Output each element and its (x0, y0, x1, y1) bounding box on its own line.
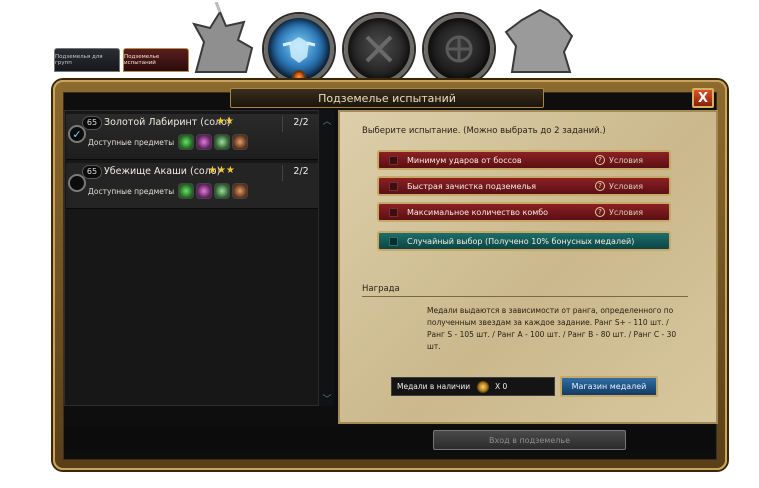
medal-icon (477, 380, 489, 393)
conditions-link[interactable]: Условия (609, 156, 669, 165)
conditions-link[interactable]: Условия (609, 208, 669, 217)
purple-item-icon[interactable] (196, 134, 212, 150)
orange-item-icon[interactable] (232, 134, 248, 150)
winged-shield-icon (282, 37, 316, 63)
checkbox[interactable] (389, 236, 398, 246)
lion-statue-icon (504, 8, 574, 73)
medal-count-label: Медали в наличии (397, 382, 471, 391)
checkbox[interactable] (389, 207, 398, 217)
green-item-icon[interactable] (178, 134, 194, 150)
challenge-instruction: Выберите испытание. (Можно выбрать до 2 … (362, 126, 606, 136)
challenge-label: Быстрая зачистка подземелья (407, 181, 537, 191)
challenge-label: Максимальное количество комбо (407, 207, 549, 217)
challenge-option-min-hits[interactable]: Минимум ударов от боссов ? Условия (377, 150, 671, 170)
question-icon[interactable]: ? (595, 155, 605, 165)
divider (282, 116, 283, 132)
reward-description: Медали выдаются в зависимости от ранга, … (427, 306, 677, 351)
crossed-swords-icon (365, 35, 393, 63)
dungeon-name: Золотой Лабиринт (соло) (104, 117, 231, 128)
entry-count: 2/2 (293, 117, 309, 128)
question-icon[interactable]: ? (595, 181, 605, 191)
available-items (178, 134, 248, 150)
checkbox[interactable] (389, 181, 398, 191)
tab-challenge-dungeon[interactable]: Подземелье испытаний (123, 48, 189, 72)
question-icon[interactable]: ? (595, 207, 605, 217)
available-items (178, 183, 248, 199)
challenge-label: Случайный выбор (Получено 10% бонусных м… (407, 236, 635, 246)
enter-dungeon-button[interactable]: Вход в подземелье (433, 430, 626, 450)
purple-item-icon[interactable] (196, 183, 212, 199)
star-rating: ★★ (216, 116, 234, 127)
mint-item-icon[interactable] (214, 134, 230, 150)
medal-count-bar: Медали в наличии X 0 (391, 377, 555, 396)
challenge-label: Минимум ударов от боссов (407, 155, 522, 165)
entry-count: 2/2 (293, 166, 309, 177)
divider (282, 165, 283, 181)
star-rating: ★★★ (208, 165, 235, 176)
challenge-option-random[interactable]: Случайный выбор (Получено 10% бонусных м… (377, 231, 671, 251)
challenge-option-max-combo[interactable]: Максимальное количество комбо ? Условия (377, 202, 671, 222)
chevron-up-icon[interactable]: ︿ (321, 114, 333, 127)
tab-emblem-raid[interactable] (424, 14, 494, 84)
medal-count-value: X 0 (495, 382, 508, 391)
challenge-option-fast-clear[interactable]: Быстрая зачистка подземелья ? Условия (377, 176, 671, 196)
level-badge: 65 (82, 116, 102, 130)
header-crest (180, 0, 574, 92)
tab-group-dungeons[interactable]: Подземелья для групп (54, 48, 120, 72)
unicorn-statue-icon (192, 2, 254, 73)
dungeon-list-scrollbar[interactable]: ︿ ﹀ (318, 110, 334, 406)
window-title-text: Подземелье испытаний (318, 91, 456, 105)
checkbox[interactable] (389, 155, 398, 165)
dungeon-item-akashi-refuge[interactable]: 65 Убежище Акаши (соло) ★★★ 2/2 Доступны… (66, 163, 318, 209)
window-title: Подземелье испытаний (230, 88, 544, 108)
close-icon: X (697, 90, 709, 106)
tab-emblem-pvp[interactable] (344, 14, 414, 84)
available-items-label: Доступные предметы (88, 187, 175, 196)
green-item-icon[interactable] (178, 183, 194, 199)
available-items-label: Доступные предметы (88, 138, 175, 147)
dungeon-name: Убежище Акаши (соло) (104, 166, 221, 177)
tab-label: Подземелья для групп (55, 54, 103, 66)
dungeon-item-golden-labyrinth[interactable]: ✓ 65 Золотой Лабиринт (соло) ★★ 2/2 Дост… (66, 114, 318, 160)
divider (362, 296, 688, 297)
chevron-down-icon[interactable]: ﹀ (321, 392, 333, 405)
level-badge: 65 (82, 165, 102, 179)
medal-shop-label: Магазин медалей (571, 382, 647, 391)
enter-dungeon-label: Вход в подземелье (489, 435, 570, 445)
mint-item-icon[interactable] (214, 183, 230, 199)
orange-item-icon[interactable] (232, 183, 248, 199)
reward-header: Награда (362, 284, 400, 294)
tab-label: Подземелье испытаний (124, 54, 160, 66)
conditions-link[interactable]: Условия (609, 182, 669, 191)
cross-shield-icon (445, 35, 473, 63)
medal-shop-button[interactable]: Магазин медалей (560, 376, 658, 397)
close-button[interactable]: X (692, 88, 714, 108)
